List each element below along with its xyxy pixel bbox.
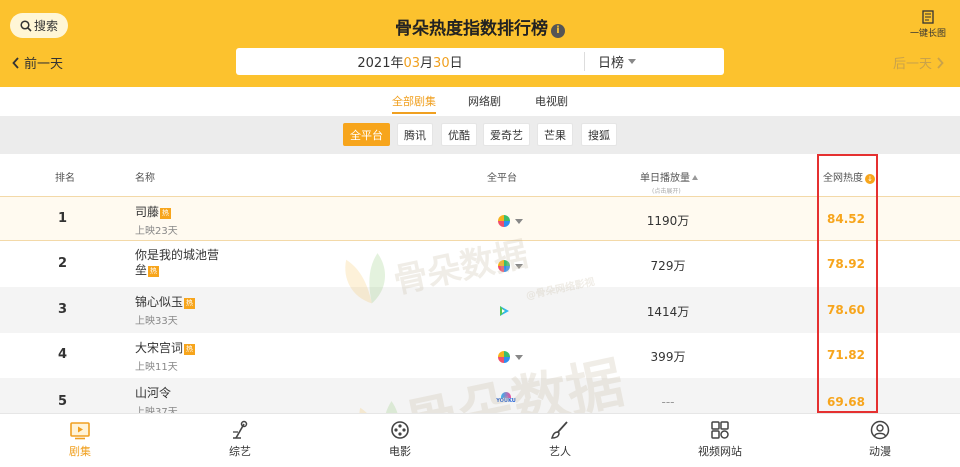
longshot-icon bbox=[922, 10, 934, 24]
col-name: 名称 bbox=[135, 173, 155, 184]
date-bar: 2021年03月30日 日榜 bbox=[236, 48, 724, 75]
tab-tv-series[interactable]: 电视剧 bbox=[535, 93, 568, 109]
col-plays-hint[interactable]: (点击展开) bbox=[652, 186, 681, 195]
tab-all-series[interactable]: 全部剧集 bbox=[392, 93, 436, 109]
tv-series-icon bbox=[70, 422, 90, 440]
table-row[interactable]: 1 司藤热 上映23天 1190万 84.52 bbox=[0, 196, 960, 241]
board-type-select[interactable]: 日榜 bbox=[585, 52, 637, 71]
row-rank: 4 bbox=[58, 347, 68, 362]
row-title[interactable]: 司藤热 bbox=[135, 205, 172, 220]
platform-tencent[interactable]: 腾讯 bbox=[397, 123, 433, 146]
platform-mango[interactable]: 芒果 bbox=[537, 123, 573, 146]
row-plays: 1414万 bbox=[646, 305, 690, 319]
row-subtitle: 上映23天 bbox=[135, 226, 178, 237]
table-row[interactable]: 4 大宋宫词热 上映11天 399万 71.82 bbox=[0, 333, 960, 378]
row-plays: 1190万 bbox=[646, 214, 690, 228]
nav-variety[interactable]: 综艺 bbox=[210, 420, 270, 459]
caret-down-icon[interactable] bbox=[515, 219, 523, 224]
row-title[interactable]: 山河令 bbox=[135, 386, 171, 401]
multi-platform-icon bbox=[498, 351, 510, 363]
highlight-box bbox=[817, 154, 878, 413]
longshot-label: 一键长图 bbox=[909, 29, 946, 39]
row-plays: 729万 bbox=[650, 259, 686, 273]
bottom-nav: 剧集 综艺 电影 艺人 视频网站 动漫 bbox=[0, 413, 960, 467]
hot-badge: 热 bbox=[184, 344, 196, 355]
caret-down-icon[interactable] bbox=[515, 264, 523, 269]
row-subtitle: 上映33天 bbox=[135, 316, 178, 327]
next-day-button[interactable]: 后一天 bbox=[893, 53, 944, 72]
active-tab-underline bbox=[392, 112, 436, 114]
row-rank: 1 bbox=[58, 211, 68, 226]
nav-anime[interactable]: 动漫 bbox=[850, 420, 910, 459]
row-title[interactable]: 你是我的城池营垒热 bbox=[135, 248, 219, 278]
table-row[interactable]: 5 山河令 上映37天 YOUKU --- 69.68 bbox=[0, 378, 960, 413]
row-plays: --- bbox=[661, 395, 675, 409]
platform-iqiyi[interactable]: 爱奇艺 bbox=[483, 123, 530, 146]
nav-artists[interactable]: 艺人 bbox=[530, 420, 590, 459]
prev-day-button[interactable]: 前一天 bbox=[12, 53, 63, 72]
table-header: 排名 名称 全平台 单日播放量 (点击展开) 全网热度 ↓ bbox=[0, 154, 960, 196]
youku-logo-text: YOUKU bbox=[496, 398, 516, 404]
row-rank: 2 bbox=[58, 256, 68, 271]
chevron-right-icon bbox=[937, 56, 944, 69]
grid-icon bbox=[711, 421, 729, 439]
platform-youku[interactable]: 优酷 bbox=[441, 123, 477, 146]
platform-filter: 全平台 腾讯 优酷 爱奇艺 芒果 搜狐 bbox=[0, 116, 960, 154]
row-rank: 3 bbox=[58, 302, 68, 317]
variety-icon bbox=[233, 420, 248, 439]
row-subtitle: 上映11天 bbox=[135, 362, 178, 373]
col-rank: 排名 bbox=[55, 173, 75, 184]
app-header: 搜索 骨朵热度指数排行榜 i 一键长图 前一天 2021年03月30日 日榜 后一… bbox=[0, 0, 960, 87]
platform-sohu[interactable]: 搜狐 bbox=[581, 123, 617, 146]
brush-icon bbox=[550, 421, 568, 439]
row-subtitle: 上映37天 bbox=[135, 407, 178, 413]
col-plays[interactable]: 单日播放量 bbox=[640, 169, 698, 184]
hot-badge: 热 bbox=[160, 208, 172, 219]
sort-icon bbox=[692, 175, 698, 180]
page-title: 骨朵热度指数排行榜 i bbox=[0, 14, 960, 39]
nav-film[interactable]: 电影 bbox=[370, 420, 430, 459]
chevron-left-icon bbox=[12, 56, 19, 69]
info-icon[interactable]: i bbox=[551, 24, 565, 38]
nav-series[interactable]: 剧集 bbox=[50, 420, 110, 459]
tab-web-series[interactable]: 网络剧 bbox=[468, 93, 501, 109]
category-tabs: 全部剧集 网络剧 电视剧 bbox=[0, 87, 960, 116]
date-picker[interactable]: 2021年03月30日 bbox=[236, 52, 584, 71]
youku-icon: YOUKU bbox=[494, 392, 518, 405]
table-row[interactable]: 2 你是我的城池营垒热 729万 78.92 bbox=[0, 241, 960, 287]
tencent-video-icon bbox=[500, 306, 509, 316]
film-reel-icon bbox=[391, 421, 409, 439]
col-platform: 全平台 bbox=[487, 173, 517, 184]
anime-icon bbox=[870, 420, 890, 440]
row-title[interactable]: 锦心似玉热 bbox=[135, 295, 196, 310]
table-row[interactable]: 3 锦心似玉热 上映33天 1414万 78.60 bbox=[0, 287, 960, 333]
multi-platform-icon bbox=[498, 215, 510, 227]
multi-platform-icon bbox=[498, 260, 510, 272]
caret-down-icon bbox=[628, 59, 637, 64]
row-rank: 5 bbox=[58, 394, 68, 409]
hot-badge: 热 bbox=[148, 266, 160, 277]
caret-down-icon[interactable] bbox=[515, 355, 523, 360]
platform-all[interactable]: 全平台 bbox=[343, 123, 390, 146]
row-plays: 399万 bbox=[650, 350, 686, 364]
hot-badge: 热 bbox=[184, 298, 196, 309]
nav-video-sites[interactable]: 视频网站 bbox=[690, 420, 750, 459]
row-title[interactable]: 大宋宫词热 bbox=[135, 341, 196, 356]
longshot-button[interactable]: 一键长图 bbox=[908, 10, 948, 39]
